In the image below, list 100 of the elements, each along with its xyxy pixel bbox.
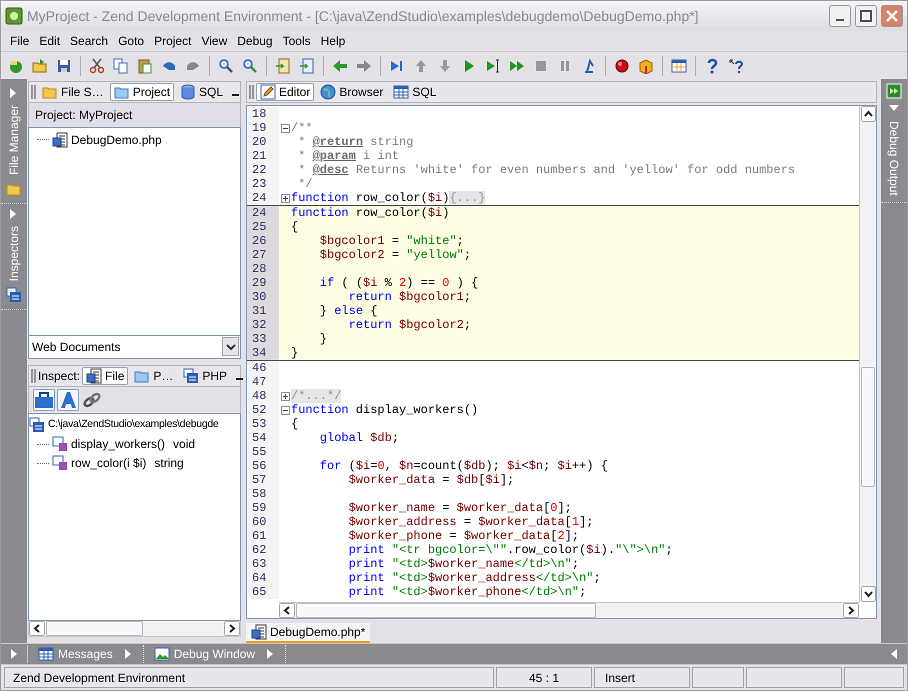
find-replace-icon[interactable] [242, 58, 258, 74]
tree-item[interactable]: row_color(i $i) [71, 454, 146, 472]
line-number: 27 [252, 248, 266, 262]
code-line: if ( ($i % 2) == 0 ) { [318, 276, 478, 290]
save-icon[interactable] [56, 58, 72, 74]
minimize-button[interactable] [829, 5, 851, 27]
panel-tab[interactable]: SQL [176, 83, 228, 101]
code-line: return $bgcolor2; [348, 318, 472, 332]
file-arrow-icon[interactable] [275, 58, 291, 74]
code-line: print "<td>$worker_name</td>\n"; [348, 557, 580, 571]
menu-item[interactable]: Search [65, 32, 114, 50]
context-help-icon[interactable] [728, 58, 744, 74]
toolbox-button[interactable] [33, 388, 55, 410]
up-arrow-icon[interactable] [413, 58, 429, 74]
panel-tab[interactable]: File [82, 366, 128, 384]
line-number: 21 [252, 149, 266, 163]
panel-label: Inspect: [38, 368, 80, 384]
menu-item[interactable]: Goto [113, 32, 150, 50]
panel-tab[interactable]: Browser [316, 83, 388, 101]
line-number: 57 [252, 473, 266, 487]
line-number: 25 [252, 220, 266, 234]
line-number: 64 [252, 571, 266, 585]
panel-header: Project: MyProject [35, 107, 132, 124]
dropdown[interactable]: Web Documents [28, 336, 241, 358]
document-tab[interactable]: DebugDemo.php* [246, 623, 370, 643]
panel-tab[interactable]: SQL [389, 83, 440, 101]
panel-tab[interactable]: P… [130, 366, 178, 384]
file-arrow-icon[interactable] [299, 58, 315, 74]
pencil-icon [260, 84, 276, 100]
run-to-cursor-icon[interactable] [485, 58, 501, 74]
paste-icon[interactable] [137, 58, 153, 74]
php-file-icon [251, 624, 267, 640]
menu-item[interactable]: Debug [232, 32, 278, 50]
expand-fold-icon[interactable] [280, 194, 290, 202]
tree-item[interactable]: DebugDemo.php [71, 130, 162, 148]
status-cell [844, 667, 904, 688]
tree-item[interactable]: C:\java\ZendStudio\examples\debugde [48, 417, 218, 433]
grip-icon [31, 368, 36, 384]
panel-tab[interactable]: Project [110, 83, 174, 101]
code-line: function row_color($i){...} [291, 191, 486, 205]
php-file-icon [86, 368, 102, 384]
code-line: function display_workers() [291, 403, 478, 417]
code-line: } [318, 332, 328, 346]
scissors-icon[interactable] [89, 58, 105, 74]
line-number: 28 [252, 262, 266, 276]
menu-item[interactable]: Edit [34, 32, 66, 50]
forward-arrow-icon[interactable] [356, 58, 372, 74]
collapse-fold-icon[interactable] [280, 406, 290, 414]
line-number: 23 [252, 177, 266, 191]
code-line: return $bgcolor1; [348, 290, 472, 304]
expand-arrow-icon[interactable] [9, 648, 19, 660]
expand-arrow-icon[interactable] [122, 648, 133, 660]
code-line: */ [297, 177, 313, 191]
close-button[interactable] [881, 5, 903, 27]
horizontal-scrollbar[interactable] [279, 602, 859, 618]
line-number: 33 [252, 332, 266, 346]
vertical-scrollbar[interactable] [859, 106, 876, 602]
package-icon[interactable] [638, 58, 654, 74]
code-line: global $db; [318, 431, 400, 445]
copy-icon[interactable] [113, 58, 129, 74]
menu-item[interactable]: Tools [278, 32, 316, 50]
back-arrow-icon[interactable] [332, 58, 348, 74]
menu-item[interactable]: Help [316, 32, 350, 50]
code-line: for ($i=0, $n=count($db); $i<$n; $i++) { [318, 459, 608, 473]
menu-item[interactable]: View [196, 32, 232, 50]
code-line: } else { [318, 304, 378, 318]
menu-item[interactable]: Project [149, 32, 196, 50]
line-number: 58 [252, 487, 266, 501]
maximize-button[interactable] [855, 5, 877, 27]
line-number: 46 [252, 361, 266, 375]
code-line: $bgcolor1 = "white"; [318, 234, 464, 248]
collapse-fold-icon[interactable] [280, 124, 290, 132]
panel-tab[interactable]: File S… [38, 83, 108, 101]
line-number: 18 [252, 107, 266, 121]
scroll-thumb[interactable] [861, 367, 875, 487]
menu-item[interactable]: File [5, 32, 34, 50]
expand-arrow-icon[interactable] [265, 648, 276, 660]
tree-item[interactable]: display_workers() [71, 435, 166, 453]
collapse-arrow-icon[interactable] [889, 648, 899, 660]
breakpoint-icon[interactable] [614, 58, 630, 74]
line-number: 53 [252, 417, 266, 431]
expand-fold-icon[interactable] [280, 392, 290, 400]
search-icon[interactable] [218, 58, 234, 74]
letter-shape-button[interactable] [57, 388, 79, 410]
cursor-position: 45 : 1 [528, 670, 560, 686]
horizontal-scrollbar[interactable] [28, 621, 241, 637]
line-number: 62 [252, 543, 266, 557]
scroll-thumb[interactable] [296, 603, 596, 618]
toolbox-icon [34, 390, 54, 410]
line-number: 26 [252, 234, 266, 248]
return-type: string [154, 455, 184, 472]
panel-tab[interactable]: PHP [179, 366, 232, 384]
down-arrow-icon[interactable] [437, 58, 453, 74]
scroll-thumb[interactable] [46, 621, 144, 636]
code-line: { [291, 417, 298, 431]
panel-tab[interactable]: Editor [256, 83, 314, 101]
line-number: 22 [252, 163, 266, 177]
calendar-icon[interactable] [671, 58, 687, 74]
grip-icon [31, 84, 36, 100]
open-folder-icon[interactable] [32, 58, 48, 74]
